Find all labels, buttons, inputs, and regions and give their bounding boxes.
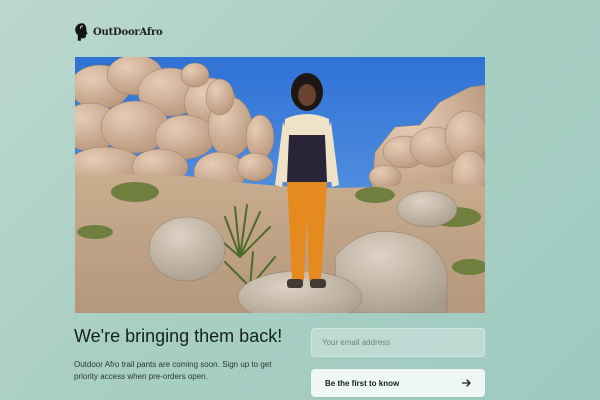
brand-name: OutDoorAfro <box>93 26 163 38</box>
hero-photo <box>75 57 485 313</box>
notify-me-button[interactable]: Be the first to know <box>311 369 485 397</box>
email-field[interactable] <box>311 328 485 357</box>
notify-me-label: Be the first to know <box>325 378 400 388</box>
arrow-right-icon <box>462 379 471 387</box>
description: Outdoor Afro trail pants are coming soon… <box>74 360 272 381</box>
head-silhouette-icon <box>75 23 88 41</box>
headline: We're bringing them back! <box>74 326 283 346</box>
brand-logo[interactable]: OutDoorAfro <box>74 22 163 42</box>
